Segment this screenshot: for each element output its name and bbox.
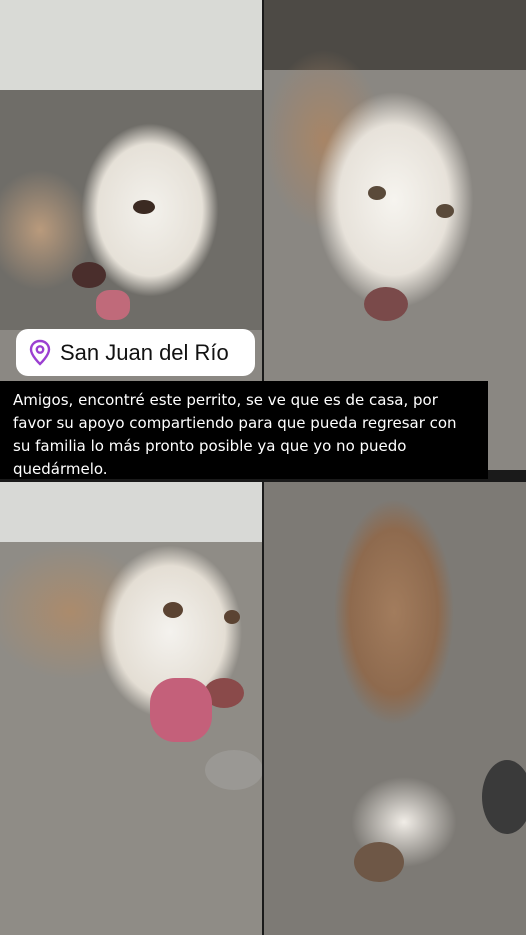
dog-ear <box>354 842 404 882</box>
map-pin-icon <box>29 339 51 366</box>
food-bowl <box>205 750 262 790</box>
dog-eye <box>436 204 454 218</box>
dog-nose <box>364 287 408 321</box>
food-bowl <box>482 760 526 834</box>
location-sticker: San Juan del Río <box>16 329 255 376</box>
dog-tongue <box>150 678 212 742</box>
dog-tongue <box>96 290 130 320</box>
dog-eye <box>224 610 240 624</box>
dog-eye <box>368 186 386 200</box>
dog-photo-bottom-left <box>0 482 262 935</box>
location-name: San Juan del Río <box>60 339 229 365</box>
dog-photo-bottom-right <box>264 482 526 935</box>
caption-text: Amigos, encontré este perrito, se ve que… <box>0 381 488 479</box>
dog-nose <box>72 262 106 288</box>
dog-eye <box>133 200 155 214</box>
dog-eye <box>163 602 183 618</box>
